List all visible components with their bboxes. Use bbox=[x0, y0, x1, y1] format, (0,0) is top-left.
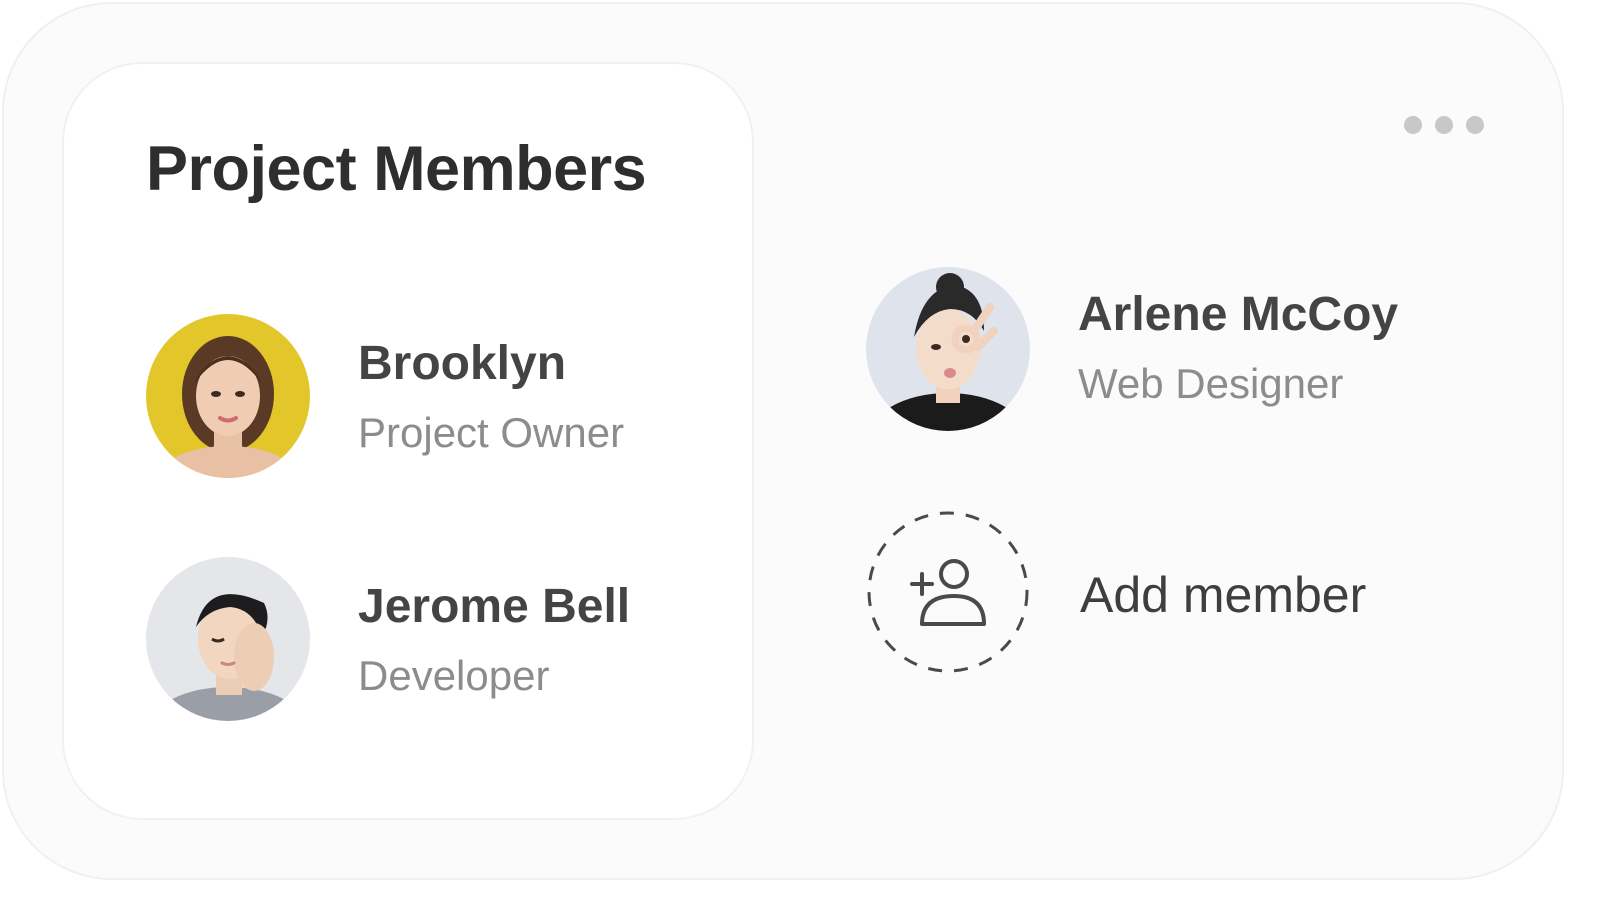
more-horizontal-icon bbox=[1435, 116, 1453, 134]
member-name: Jerome Bell bbox=[358, 580, 631, 633]
avatar bbox=[146, 314, 310, 478]
page-title: Project Members bbox=[146, 134, 647, 204]
member-item-jerome-bell[interactable]: Jerome Bell Developer bbox=[146, 557, 706, 723]
member-role: Web Designer bbox=[1078, 360, 1344, 407]
member-name: Brooklyn bbox=[358, 337, 567, 390]
more-options-button[interactable] bbox=[1398, 110, 1490, 140]
avatar bbox=[146, 557, 310, 721]
user-plus-icon bbox=[867, 511, 1029, 673]
add-member-circle[interactable] bbox=[866, 510, 1030, 674]
member-item-brooklyn[interactable]: Brooklyn Project Owner bbox=[146, 314, 706, 480]
add-member-button[interactable]: Add member bbox=[866, 510, 1426, 676]
more-horizontal-icon bbox=[1466, 116, 1484, 134]
member-role: Developer bbox=[358, 652, 550, 699]
member-role: Project Owner bbox=[358, 409, 625, 456]
member-name: Arlene McCoy bbox=[1078, 288, 1399, 341]
avatar bbox=[866, 267, 1030, 431]
add-member-label: Add member bbox=[1080, 567, 1367, 623]
more-horizontal-icon bbox=[1404, 116, 1422, 134]
member-item-arlene-mccoy[interactable]: Arlene McCoy Web Designer bbox=[866, 267, 1466, 433]
